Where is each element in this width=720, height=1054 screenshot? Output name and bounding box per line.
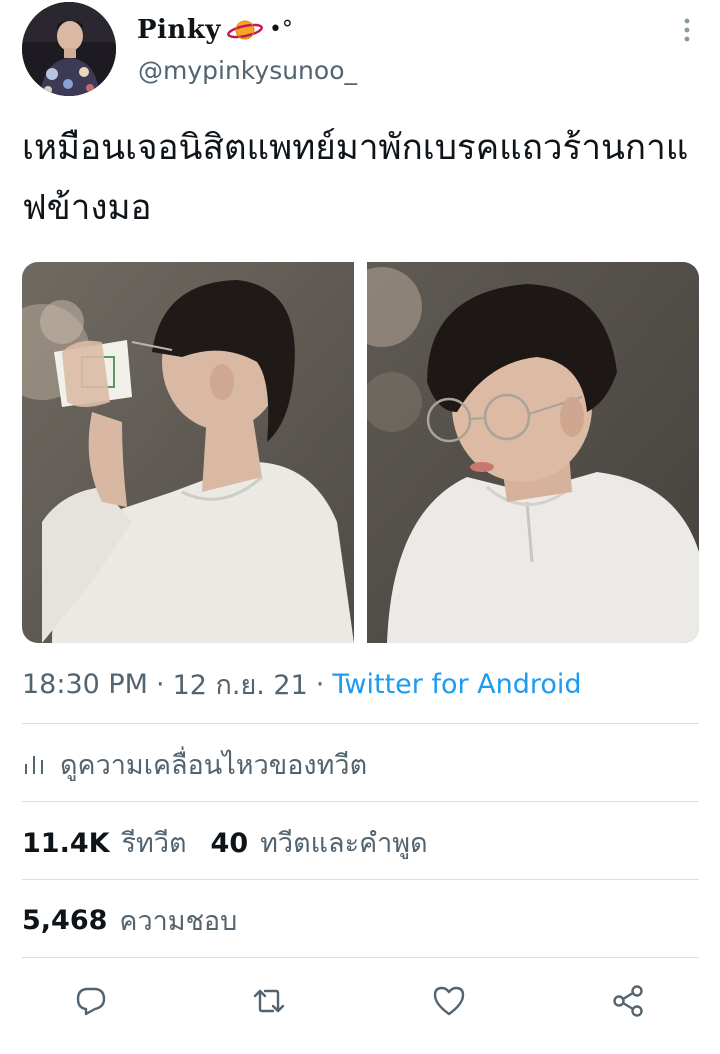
- quotes-stat[interactable]: 40 ทวีตและคำพูด: [211, 821, 428, 864]
- ringed-planet-icon: [227, 18, 263, 42]
- tweet-activity-link[interactable]: ดูความเคลื่อนไหวของทวีต: [22, 742, 367, 786]
- photo-drinking-from-cup: [22, 262, 354, 643]
- tweet-source-link[interactable]: Twitter for Android: [332, 669, 581, 700]
- likes-count: 5,468: [22, 904, 108, 936]
- display-name[interactable]: Pinky •°: [137, 10, 293, 50]
- tweet-activity-label: ดูความเคลื่อนไหวของทวีต: [60, 749, 368, 781]
- tweet-actions-bar: [0, 975, 720, 1027]
- tweet-header: Pinky •° @mypinkysunoo_: [0, 0, 720, 110]
- retweet-button[interactable]: [251, 983, 287, 1019]
- meta-separator: ·: [155, 668, 165, 700]
- divider: [22, 723, 699, 724]
- retweets-count: 11.4K: [22, 827, 110, 859]
- quotes-count: 40: [210, 827, 249, 859]
- divider: [22, 801, 699, 802]
- likes-stat[interactable]: 5,468 ความชอบ: [22, 898, 237, 942]
- reply-button[interactable]: [73, 983, 109, 1019]
- avatar-image: [22, 2, 116, 96]
- avatar[interactable]: [22, 2, 116, 96]
- divider: [22, 957, 699, 958]
- photo-looking-down-with-glasses: [367, 262, 699, 643]
- meta-separator: ·: [315, 668, 325, 700]
- tweet-date[interactable]: 12 ก.ย. 21: [173, 663, 308, 706]
- share-button[interactable]: [610, 983, 646, 1019]
- share-icon: [613, 985, 643, 1017]
- likes-label: ความชอบ: [119, 905, 238, 937]
- more-options-icon[interactable]: [682, 16, 692, 44]
- display-name-text: Pinky: [137, 15, 221, 45]
- divider: [22, 879, 699, 880]
- like-icon: [433, 986, 465, 1016]
- analytics-icon: [22, 751, 48, 777]
- tweet-text: เหมือนเจอนิสิตแพทย์มาพักเบรคแถวร้านกาแฟข…: [22, 128, 689, 228]
- quotes-label: ทวีตและคำพูด: [260, 827, 428, 859]
- media-grid: [22, 262, 699, 643]
- user-handle[interactable]: @mypinkysunoo_: [138, 56, 357, 85]
- tweet-time: 18:30 PM: [22, 668, 148, 700]
- retweets-stat[interactable]: 11.4K รีทวีต: [22, 821, 187, 864]
- media-photo-2[interactable]: [367, 262, 699, 643]
- like-button[interactable]: [431, 983, 467, 1019]
- reply-icon: [76, 987, 106, 1016]
- retweets-label: รีทวีต: [121, 827, 187, 859]
- retweet-icon: [253, 989, 285, 1013]
- media-photo-1[interactable]: [22, 262, 354, 643]
- engagement-stats: 11.4K รีทวีต 40 ทวีตและคำพูด: [22, 820, 428, 864]
- decoration-dots: •°: [268, 17, 293, 42]
- tweet-meta: 18:30 PM · 12 ก.ย. 21 · Twitter for Andr…: [22, 664, 582, 704]
